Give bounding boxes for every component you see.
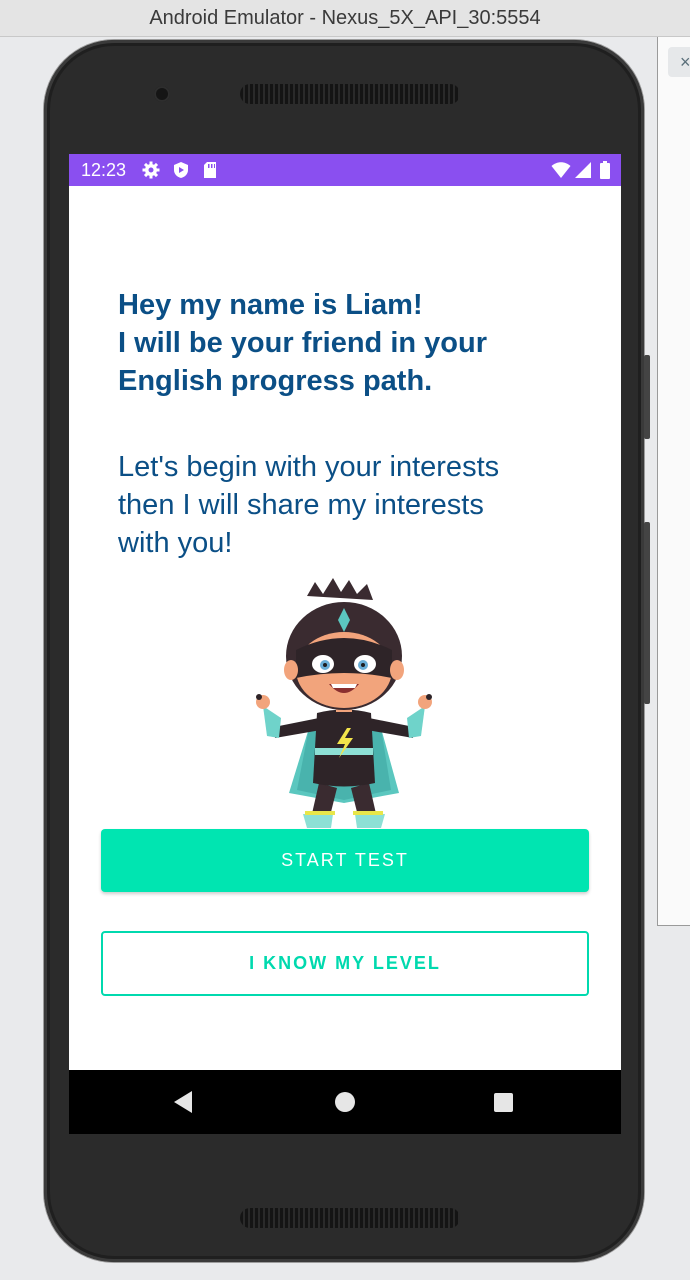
shield-icon xyxy=(172,161,190,184)
back-icon[interactable] xyxy=(173,1090,193,1119)
status-bar: 12:23 xyxy=(69,154,621,186)
home-icon[interactable] xyxy=(335,1092,355,1112)
gear-icon xyxy=(142,161,160,184)
body-line: Let's begin with your interests xyxy=(118,451,500,483)
bottom-speaker-grille xyxy=(240,1208,460,1228)
body-line: with you! xyxy=(118,527,233,559)
front-camera xyxy=(154,86,170,102)
volume-button[interactable] xyxy=(644,355,650,439)
intro-heading: Hey my name is Liam! I will be your frie… xyxy=(118,286,578,400)
emulator-title: Android Emulator - Nexus_5X_API_30:5554 xyxy=(149,7,541,29)
navigation-bar xyxy=(69,1070,621,1134)
top-speaker-grille xyxy=(240,84,460,104)
emulator-side-panel: × xyxy=(657,37,690,926)
superhero-mascot-illustration xyxy=(249,578,439,828)
emulator-title-bar: Android Emulator - Nexus_5X_API_30:5554 xyxy=(0,0,690,37)
i-know-my-level-button[interactable]: I KNOW MY LEVEL xyxy=(101,931,589,996)
recents-icon[interactable] xyxy=(494,1093,513,1112)
heading-line: English progress path. xyxy=(118,365,433,397)
heading-line: Hey my name is Liam! xyxy=(118,289,423,321)
cell-signal-icon xyxy=(574,161,592,184)
sd-card-icon xyxy=(202,161,218,184)
heading-line: I will be your friend in your xyxy=(118,327,487,359)
intro-body: Let's begin with your interests then I w… xyxy=(118,448,598,562)
battery-icon xyxy=(599,161,611,185)
start-test-button[interactable]: START TEST xyxy=(101,829,589,892)
close-icon[interactable]: × xyxy=(668,47,690,77)
app-content: Hey my name is Liam! I will be your frie… xyxy=(69,186,621,1070)
power-button[interactable] xyxy=(644,522,650,704)
wifi-icon xyxy=(551,161,571,184)
status-time: 12:23 xyxy=(81,160,127,180)
device-screen: 12:23 Hey my name is Liam! I will be you… xyxy=(69,154,621,1134)
body-line: then I will share my interests xyxy=(118,489,484,521)
